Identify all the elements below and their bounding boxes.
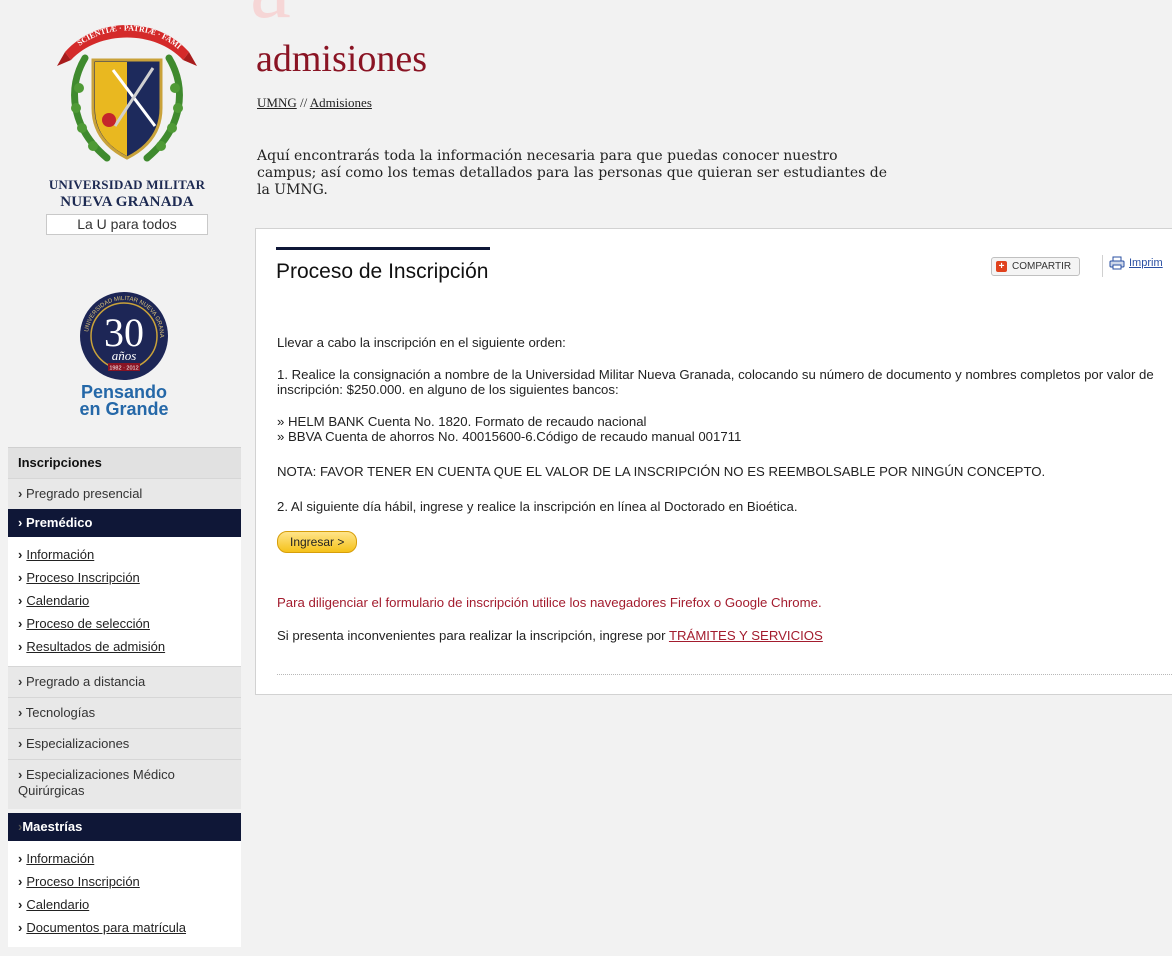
- bank-list: » HELM BANK Cuenta No. 1820. Formato de …: [277, 414, 1172, 444]
- submenu-link-documentos-matricula[interactable]: › Documentos para matrícula: [18, 916, 241, 939]
- content-panel: Proceso de Inscripción + COMPARTIR Impri…: [255, 228, 1172, 695]
- sidebar-item-label: Especializaciones Médico Quirúrgicas: [18, 767, 175, 798]
- chevron-right-icon: ›: [18, 639, 23, 654]
- submenu-link-calendario[interactable]: › Calendario: [18, 893, 241, 916]
- chevron-right-icon: ›: [18, 616, 23, 631]
- sidebar-item-maestrias[interactable]: ›Maestrías: [8, 813, 241, 841]
- bank-item: » BBVA Cuenta de ahorros No. 40015600-6.…: [277, 429, 742, 444]
- breadcrumb-current-link[interactable]: Admisiones: [310, 95, 372, 110]
- dotted-divider: [277, 674, 1172, 675]
- print-label: Imprim: [1129, 257, 1163, 269]
- sidebar-item-pregrado-presencial[interactable]: › Pregrado presencial: [8, 478, 241, 509]
- anniversary-seal-icon: UNIVERSIDAD MILITAR NUEVA GRANADA 30 año…: [24, 290, 168, 380]
- submenu-link-proceso-inscripcion[interactable]: › Proceso Inscripción: [18, 870, 241, 893]
- ingresar-button[interactable]: Ingresar >: [277, 531, 358, 553]
- issues-notice: Si presenta inconvenientes para realizar…: [277, 628, 823, 643]
- seal-years: 1982 · 2012: [109, 366, 138, 372]
- university-logo[interactable]: SCIENTIÆ · PATRIÆ · FAMILIÆ UNIVERSIDAD …: [14, 8, 240, 235]
- tramites-servicios-link[interactable]: TRÁMITES Y SERVICIOS: [669, 628, 823, 643]
- title-background-letter: a: [250, 0, 310, 32]
- chevron-right-icon: ›: [18, 705, 23, 720]
- chevron-right-icon: ›: [18, 570, 23, 585]
- chevron-right-icon: ›: [18, 920, 23, 935]
- sidebar-item-pregrado-distancia[interactable]: › Pregrado a distancia: [8, 666, 241, 697]
- submenu-link-calendario[interactable]: › Calendario: [18, 589, 241, 612]
- chevron-right-icon: ›: [18, 515, 23, 530]
- submenu-link-proceso-inscripcion[interactable]: › Proceso Inscripción: [18, 566, 241, 589]
- sidebar-item-tecnologias[interactable]: › Tecnologías: [8, 697, 241, 728]
- share-label: COMPARTIR: [1012, 261, 1072, 272]
- sidebar-item-label: Especializaciones: [25, 736, 130, 751]
- print-link[interactable]: Imprim: [1109, 256, 1163, 270]
- submenu-link-informacion[interactable]: › Información: [18, 543, 241, 566]
- submenu-link-resultados-admision[interactable]: › Resultados de admisión: [18, 635, 241, 658]
- refund-note: NOTA: FAVOR TENER EN CUENTA QUE EL VALOR…: [277, 464, 1046, 479]
- sidebar-item-premedico[interactable]: › Premédico: [8, 509, 241, 537]
- chevron-right-icon: ›: [18, 736, 23, 751]
- intro-text: Aquí encontrarás toda la información nec…: [257, 148, 888, 198]
- share-button[interactable]: + COMPARTIR: [991, 257, 1081, 276]
- sidebar-item-label: Maestrías: [22, 819, 83, 834]
- sidebar-nav: Inscripciones › Pregrado presencial › Pr…: [8, 447, 241, 947]
- plus-icon: +: [996, 261, 1007, 272]
- submenu-link-proceso-seleccion[interactable]: › Proceso de selección: [18, 612, 241, 635]
- section-title: Proceso de Inscripción: [276, 260, 489, 283]
- sidebar-item-label: Tecnologías: [25, 705, 96, 720]
- step-1-text: 1. Realice la consignación a nombre de l…: [277, 367, 1154, 397]
- toolbar-divider: [1102, 255, 1103, 277]
- university-crest-icon: SCIENTIÆ · PATRIÆ · FAMILIÆ: [57, 8, 197, 162]
- chevron-right-icon: ›: [18, 767, 23, 782]
- chevron-right-icon: ›: [18, 593, 23, 608]
- breadcrumb-separator: //: [299, 95, 308, 110]
- breadcrumb-home-link[interactable]: UMNG: [257, 95, 297, 110]
- university-name-line-1: UNIVERSIDAD MILITAR: [48, 177, 206, 192]
- sidebar-item-especializaciones-medico[interactable]: › Especializaciones Médico Quirúrgicas: [8, 759, 241, 809]
- sidebar-item-label: Pregrado a distancia: [25, 674, 146, 689]
- browser-notice: Para diligenciar el formulario de inscri…: [277, 595, 822, 610]
- chevron-right-icon: ›: [18, 486, 23, 501]
- premedico-submenu: › Información › Proceso Inscripción › Calen…: [8, 537, 241, 666]
- breadcrumb: UMNG // Admisiones: [257, 95, 372, 111]
- chevron-right-icon: ›: [18, 674, 23, 689]
- chevron-right-icon: ›: [18, 547, 23, 562]
- maestrias-submenu: › Información › Proceso Inscripción › Calen…: [8, 841, 241, 947]
- anniversary-badge[interactable]: UNIVERSIDAD MILITAR NUEVA GRANADA 30 año…: [24, 290, 224, 420]
- sidebar-item-label: Premédico: [25, 515, 93, 530]
- chevron-right-icon: ›: [18, 897, 23, 912]
- seal-word: años: [112, 348, 137, 363]
- page-title: admisiones: [256, 38, 427, 80]
- printer-icon: [1109, 256, 1125, 270]
- sidebar-item-especializaciones[interactable]: › Especializaciones: [8, 728, 241, 759]
- section-title-bar: [276, 247, 490, 250]
- university-name-line-2: NUEVA GRANADA: [60, 194, 194, 210]
- step-2-text: 2. Al siguiente día hábil, ingrese y rea…: [277, 499, 798, 514]
- sidebar-item-label: Pregrado presencial: [25, 486, 143, 501]
- bank-item: » HELM BANK Cuenta No. 1820. Formato de …: [277, 414, 647, 429]
- sidebar-heading: Inscripciones: [8, 447, 241, 478]
- instructions-lead: Llevar a cabo la inscripción en el sigui…: [277, 335, 566, 350]
- university-tagline: La U para todos: [46, 214, 208, 235]
- slogan-line-2: en Grande: [79, 399, 169, 419]
- chevron-right-icon: ›: [18, 874, 23, 889]
- submenu-link-informacion[interactable]: › Información: [18, 847, 241, 870]
- chevron-right-icon: ›: [18, 851, 23, 866]
